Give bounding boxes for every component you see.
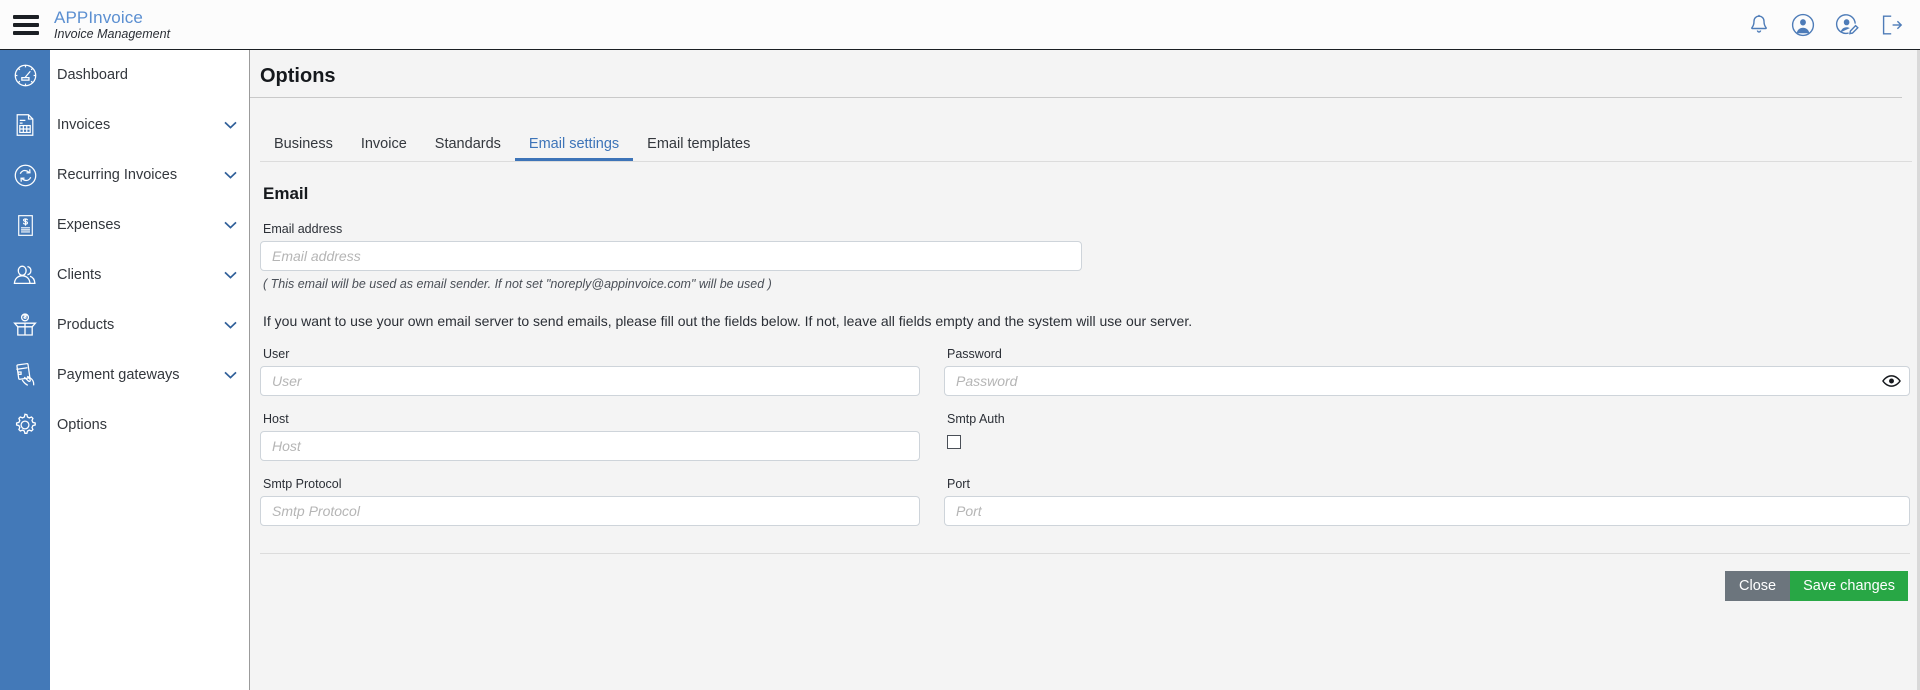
page-title: Options [260,65,336,87]
section-title: Email [263,184,309,203]
server-notice-text: If you want to use your own email server… [263,313,1193,329]
page-header: Options [250,50,1920,88]
user-label: User [263,347,290,361]
protocol-port-row: Smtp Protocol Port [260,477,1910,526]
save-changes-button[interactable]: Save changes [1790,571,1908,601]
chevron-down-icon[interactable] [224,266,237,284]
footer-actions: Close Save changes [250,571,1908,601]
smtp-protocol-input[interactable] [260,496,920,526]
hamburger-bar [13,14,39,19]
sidebar-item-label: Invoices [57,117,111,133]
sidebar-item-expenses[interactable]: Expenses [17,200,249,250]
recurring-arrows-icon [0,150,50,200]
email-address-input[interactable] [260,241,1082,271]
tab-email-templates[interactable]: Email templates [633,136,764,161]
hamburger-bar [13,30,39,35]
tabs-divider [260,161,1912,162]
password-input[interactable] [944,366,1910,396]
eye-icon[interactable] [1881,371,1901,391]
tab-email-settings[interactable]: Email settings [514,136,634,161]
sidebar-item-recurring-invoices[interactable]: Recurring Invoices [14,150,249,200]
app-subtitle: Invoice Management [54,26,171,41]
app-window: APPInvoice Invoice Management Dashboard … [0,0,1920,690]
email-address-label: Email address [263,222,343,236]
sidebar-item-label: Dashboard [57,67,128,83]
sidebar-item-payment-gateways[interactable]: Payment gateways [15,350,249,400]
sidebar-item-label: Clients [57,267,102,283]
hamburger-icon[interactable] [0,0,52,50]
content-area: Options Business Invoice Standards Email… [250,50,1920,690]
sidebar-item-label: Products [57,317,115,333]
chevron-down-icon[interactable] [224,216,237,234]
chevron-down-icon[interactable] [224,366,237,384]
hamburger-bar [13,22,39,27]
password-label: Password [947,347,1002,361]
sidebar-item-invoices[interactable]: Invoices [16,100,249,150]
smtp-protocol-label: Smtp Protocol [263,477,342,491]
email-settings-form: Email Email address ( This email will be… [250,183,1920,526]
close-button[interactable]: Close [1725,571,1791,601]
credentials-row: User Password [260,347,1910,396]
app-title: APPInvoice [54,7,143,27]
host-group: Host [260,412,920,461]
host-input[interactable] [260,431,920,461]
port-input[interactable] [944,496,1910,526]
header-actions [1744,10,1920,40]
top-header-bar: APPInvoice Invoice Management [0,0,1920,50]
tab-business[interactable]: Business [260,136,347,161]
sidebar-item-label: Expenses [57,217,121,233]
user-input[interactable] [260,366,920,396]
tab-invoice[interactable]: Invoice [347,136,421,161]
password-group: Password [944,347,1910,396]
port-label: Port [947,477,970,491]
gear-icon [0,400,50,450]
user-edit-icon[interactable] [1832,10,1862,40]
tab-standards[interactable]: Standards [421,136,515,161]
sidebar-item-options[interactable]: Options [15,400,249,450]
host-label: Host [263,412,289,426]
email-address-hint: ( This email will be used as email sende… [263,277,772,291]
chevron-down-icon[interactable] [224,316,237,334]
smtp-auth-label: Smtp Auth [947,412,1005,426]
password-field-wrapper [944,366,1910,396]
smtp-auth-checkbox[interactable] [947,435,961,449]
chevron-down-icon[interactable] [224,116,237,134]
sidebar-item-label: Recurring Invoices [57,167,178,183]
sidebar-nav-list: Dashboard Invoices Recurring Invoices Ex… [13,50,249,690]
speedometer-icon [0,50,50,100]
product-box-icon [0,300,50,350]
sidebar-item-products[interactable]: Products [13,300,249,350]
users-icon [0,250,50,300]
credit-card-hand-icon [0,350,50,400]
user-circle-icon[interactable] [1788,10,1818,40]
smtp-protocol-group: Smtp Protocol [260,477,920,526]
sidebar-item-clients[interactable]: Clients [13,250,249,300]
notifications-icon[interactable] [1744,10,1774,40]
tab-bar: Business Invoice Standards Email setting… [260,123,1920,161]
sidebar-item-label: Options [57,417,107,433]
sidebar-item-label: Payment gateways [57,367,180,383]
sidebar: Dashboard Invoices Recurring Invoices Ex… [0,50,250,690]
email-address-group: Email address ( This email will be used … [260,222,1082,292]
expense-receipt-icon [0,200,50,250]
footer-divider [260,553,1910,554]
invoice-document-icon [0,100,50,150]
title-divider [250,97,1902,98]
brand[interactable]: APPInvoice Invoice Management [54,8,170,42]
sidebar-item-dashboard[interactable]: Dashboard [14,50,249,100]
logout-icon[interactable] [1876,10,1906,40]
port-group: Port [944,477,1910,526]
smtp-auth-group: Smtp Auth [944,412,1910,461]
host-auth-row: Host Smtp Auth [260,412,1910,461]
user-group: User [260,347,920,396]
chevron-down-icon[interactable] [224,166,237,184]
